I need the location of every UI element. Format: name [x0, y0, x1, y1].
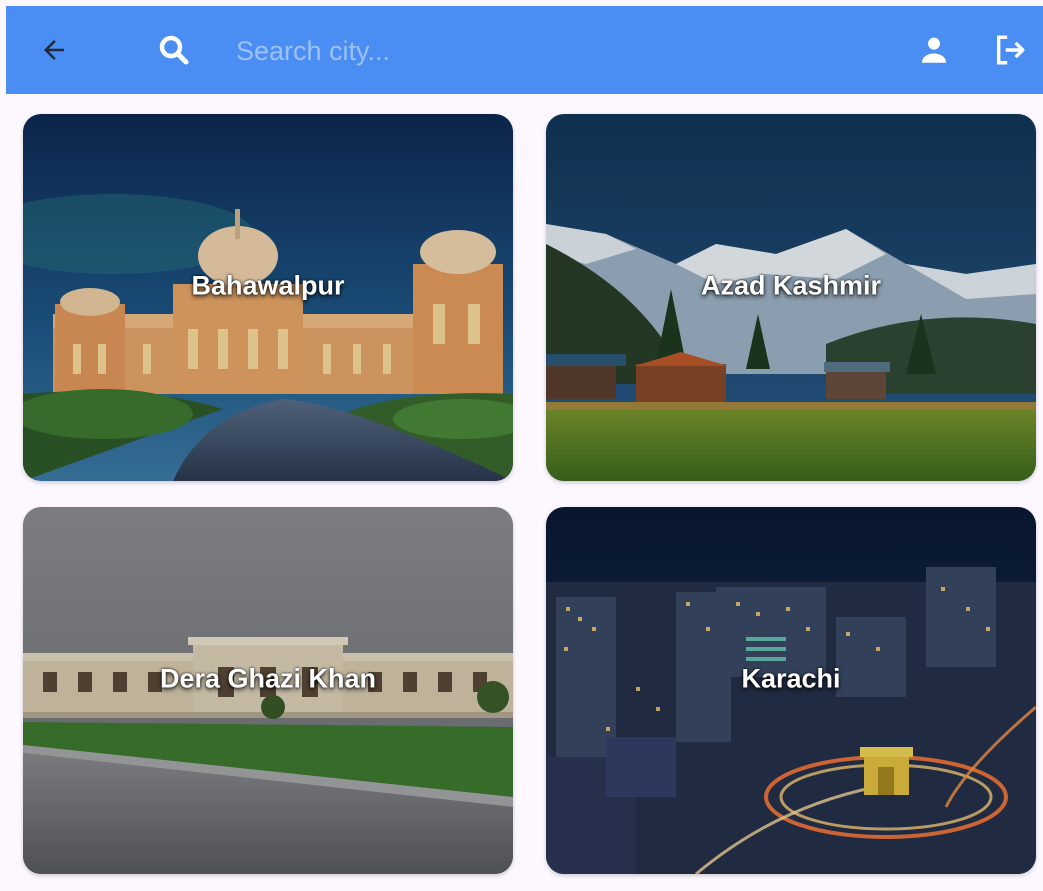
city-card-karachi[interactable]: Karachi — [546, 507, 1036, 874]
city-name: Bahawalpur — [191, 270, 345, 301]
city-grid: Bahawalpur Azad Kashmir Dera Ghazi Khan … — [0, 0, 1043, 891]
city-card-bahawalpur[interactable]: Bahawalpur — [23, 114, 513, 481]
city-name: Karachi — [741, 663, 841, 694]
city-card-dera-ghazi-khan[interactable]: Dera Ghazi Khan — [23, 507, 513, 874]
city-card-azad-kashmir[interactable]: Azad Kashmir — [546, 114, 1036, 481]
city-name: Dera Ghazi Khan — [159, 663, 377, 694]
city-name: Azad Kashmir — [700, 270, 882, 301]
